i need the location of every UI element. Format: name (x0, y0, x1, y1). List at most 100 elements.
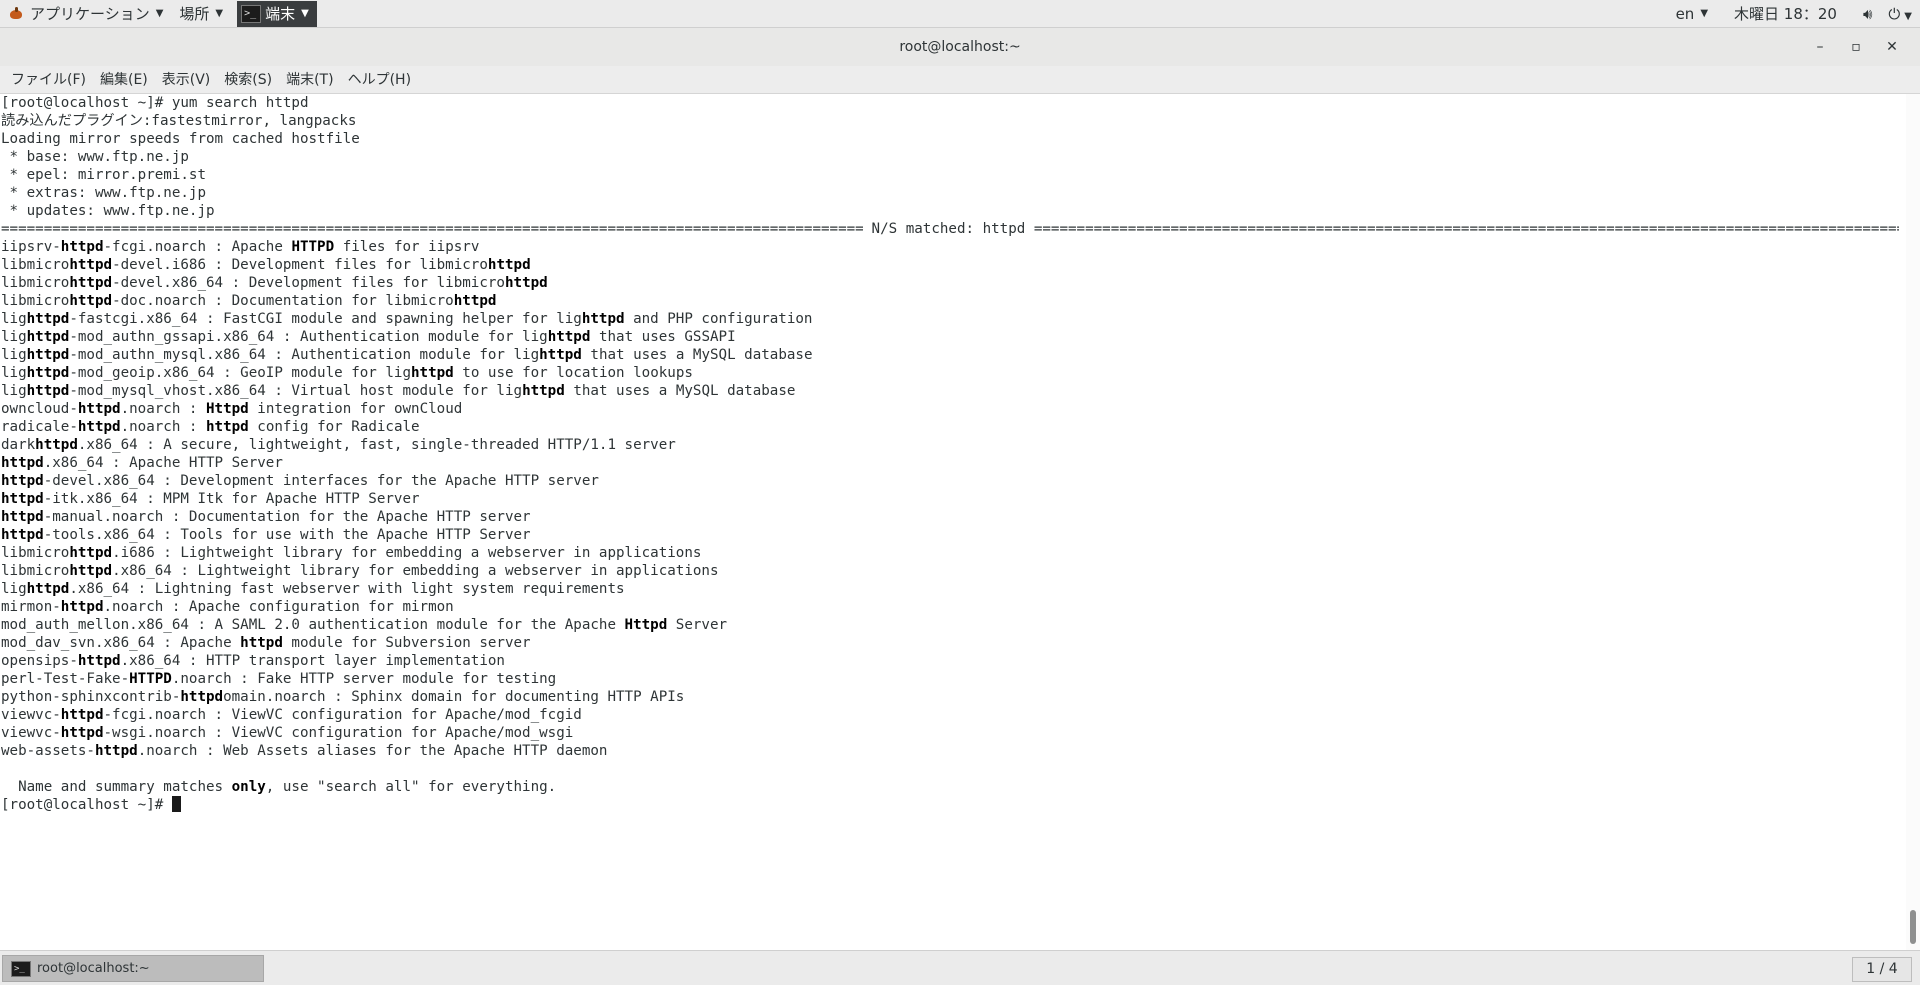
line-text: -fcgi.noarch : ViewVC configuration for … (103, 707, 582, 723)
terminal-scrollbar[interactable] (1906, 94, 1920, 950)
match-highlight: httpd (240, 635, 283, 651)
match-highlight: httpd (60, 239, 104, 255)
menubar: ファイル(F) 編集(E) 表示(V) 検索(S) 端末(T) ヘルプ(H) (0, 66, 1920, 94)
result-line: libmicrohttpd-devel.x86_64 : Development… (1, 274, 1901, 292)
line-text: lig (1, 311, 27, 327)
line-text: .noarch : (120, 401, 207, 417)
match-highlight: httpd (69, 563, 113, 579)
line-text: -fcgi.noarch : Apache (103, 239, 292, 255)
taskbar-window-label: root@localhost:~ (37, 961, 150, 976)
line-text: files for iipsrv (334, 239, 480, 255)
terminal-line: * updates: www.ftp.ne.jp (1, 203, 215, 219)
result-line: opensips-httpd.x86_64 : HTTP transport l… (1, 652, 1901, 670)
match-highlight: httpd (69, 257, 113, 273)
maximize-button[interactable]: ▫ (1838, 39, 1874, 55)
line-text: mod_dav_svn.x86_64 : Apache (1, 635, 241, 651)
terminal-icon: >_ (11, 960, 31, 977)
menu-edit[interactable]: 編集(E) (93, 66, 155, 94)
result-line: perl-Test-Fake-HTTPD.noarch : Fake HTTP … (1, 670, 1901, 688)
close-button[interactable]: ✕ (1874, 39, 1910, 55)
line-text: .noarch : (120, 419, 207, 435)
volume-icon[interactable]: 🔊︎ (1855, 5, 1880, 23)
input-method-menu[interactable]: en ▼ (1668, 0, 1716, 28)
line-text: .noarch : Fake HTTP server module for te… (171, 671, 557, 687)
terminal-lines: [root@localhost ~]# yum search httpd 読み込… (1, 94, 1901, 814)
line-text: libmicro (1, 545, 70, 561)
menu-file[interactable]: ファイル(F) (4, 66, 93, 94)
line-text: that uses GSSAPI (590, 329, 736, 345)
match-highlight: httpd (77, 419, 121, 435)
result-line: mirmon-httpd.noarch : Apache configurati… (1, 598, 1901, 616)
match-highlight: httpd (26, 347, 70, 363)
line-text: to use for location lookups (453, 365, 693, 381)
match-highlight: httpd (1, 527, 44, 543)
match-highlight: httpd (1, 509, 44, 525)
power-icon[interactable]: ⏻ ▼ (1880, 5, 1920, 23)
match-highlight: httpd (69, 293, 113, 309)
result-line: httpd-manual.noarch : Documentation for … (1, 508, 1901, 526)
line-text: config for Radicale (248, 419, 420, 435)
menu-help[interactable]: ヘルプ(H) (341, 66, 418, 94)
line-text: that uses a MySQL database (581, 347, 813, 363)
places-menu[interactable]: 場所 ▼ (171, 0, 231, 28)
result-line: lighttpd-mod_authn_gssapi.x86_64 : Authe… (1, 328, 1901, 346)
line-text: lig (1, 365, 27, 381)
workspace-indicator[interactable]: 1 / 4 (1852, 957, 1912, 982)
result-line: lighttpd.x86_64 : Lightning fast webserv… (1, 580, 1901, 598)
terminal-output[interactable]: [root@localhost ~]# yum search httpd 読み込… (0, 94, 1906, 950)
menu-search[interactable]: 検索(S) (217, 66, 279, 94)
match-highlight: Httpd (624, 617, 668, 633)
minimize-button[interactable]: – (1802, 39, 1838, 55)
applications-menu[interactable]: アプリケーション ▼ (0, 0, 171, 28)
result-line: mod_auth_mellon.x86_64 : A SAML 2.0 auth… (1, 616, 1901, 634)
match-highlight: httpd (206, 419, 249, 435)
line-text: that uses a MySQL database (564, 383, 796, 399)
line-text: -mod_mysql_vhost.x86_64 : Virtual host m… (69, 383, 523, 399)
match-highlight: HTTPD (129, 671, 172, 687)
line-text: viewvc- (1, 707, 61, 723)
result-line: mod_dav_svn.x86_64 : Apache httpd module… (1, 634, 1901, 652)
result-line: lighttpd-mod_geoip.x86_64 : GeoIP module… (1, 364, 1901, 382)
applications-label: アプリケーション (30, 5, 150, 23)
line-text: web-assets- (1, 743, 95, 759)
separator-label: N/S matched: httpd (863, 221, 1034, 237)
match-highlight: httpd (180, 689, 224, 705)
clock[interactable]: 木曜日 18：20 (1716, 3, 1855, 24)
separator-fill: ========================================… (1, 221, 863, 237)
match-highlight: httpd (539, 347, 582, 363)
match-highlight: httpd (69, 275, 113, 291)
scrollbar-thumb[interactable] (1910, 910, 1916, 944)
line-text: lig (1, 581, 27, 597)
match-highlight: httpd (60, 707, 104, 723)
result-line: libmicrohttpd-devel.i686 : Development f… (1, 256, 1901, 274)
line-text: owncloud- (1, 401, 78, 417)
terminal-line: [root@localhost ~]# yum search httpd (1, 95, 309, 111)
chevron-down-icon: ▼ (301, 8, 309, 19)
line-text: radicale- (1, 419, 78, 435)
match-highlight: httpd (69, 545, 113, 561)
match-highlight: httpd (60, 725, 104, 741)
terminal-app-menu[interactable]: >_ 端末 ▼ (237, 0, 317, 27)
menu-view[interactable]: 表示(V) (155, 66, 218, 94)
match-highlight: httpd (94, 743, 138, 759)
taskbar-window-button[interactable]: >_ root@localhost:~ (2, 955, 264, 982)
match-highlight: httpd (1, 491, 44, 507)
line-text: viewvc- (1, 725, 61, 741)
terminal-line: * epel: mirror.premi.st (1, 167, 206, 183)
line-text: .x86_64 : Lightweight library for embedd… (112, 563, 719, 579)
chevron-down-icon: ▼ (215, 8, 224, 19)
footer-note: Name and summary matches only, use "sear… (1, 778, 1901, 796)
result-line: libmicrohttpd-doc.noarch : Documentation… (1, 292, 1901, 310)
window-title: root@localhost:~ (899, 39, 1021, 55)
window-titlebar[interactable]: root@localhost:~ – ▫ ✕ (0, 28, 1920, 66)
match-highlight: httpd (26, 383, 70, 399)
menu-terminal[interactable]: 端末(T) (279, 66, 340, 94)
match-highlight: httpd (60, 599, 104, 615)
result-line: iipsrv-httpd-fcgi.noarch : Apache HTTPD … (1, 238, 1901, 256)
match-highlight: httpd (1, 473, 44, 489)
line-text: lig (1, 383, 27, 399)
line-text: .i686 : Lightweight library for embeddin… (112, 545, 702, 561)
input-method-label: en (1675, 4, 1695, 23)
terminal-line: * extras: www.ftp.ne.jp (1, 185, 206, 201)
